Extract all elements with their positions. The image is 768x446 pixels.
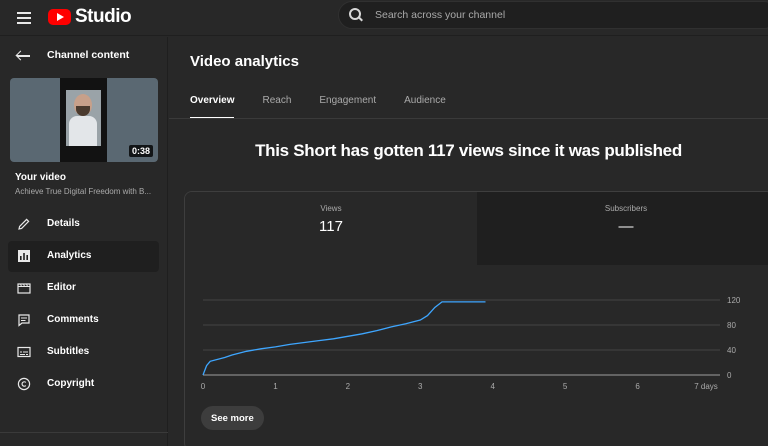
x-tick-label: 2: [346, 382, 351, 391]
views-line: [202, 301, 486, 376]
copyright-icon: [17, 377, 31, 391]
x-tick-label: 5: [563, 382, 568, 391]
sidebar-item-label: Comments: [47, 314, 99, 325]
metric-label: Subscribers: [604, 204, 648, 213]
comments-icon: [18, 314, 30, 327]
back-label: Channel content: [47, 49, 130, 61]
youtube-play-icon: [48, 9, 71, 25]
back-arrow-icon: [16, 50, 30, 62]
sidebar-item-comments[interactable]: Comments: [8, 305, 159, 336]
thumbnail-frame: [60, 78, 107, 162]
page-title: Video analytics: [190, 53, 299, 70]
subtitles-icon: [17, 346, 31, 358]
studio-logo[interactable]: Studio: [48, 5, 132, 29]
sidebar-item-label: Editor: [47, 282, 76, 293]
metric-label: Views: [320, 204, 342, 213]
sidebar: Channel content 0:38 Your video Achieve …: [0, 37, 168, 446]
tab-bar: Overview Reach Engagement Audience: [190, 95, 474, 119]
y-tick-label: 80: [727, 321, 736, 330]
clapperboard-icon: [17, 283, 31, 294]
sidebar-item-label: Copyright: [47, 378, 95, 389]
search-icon: [349, 8, 363, 22]
pencil-icon: [18, 218, 30, 230]
y-tick-label: 0: [727, 371, 732, 380]
main-content: Video analytics Overview Reach Engagemen…: [169, 37, 768, 446]
your-video-heading: Your video: [15, 172, 66, 183]
metric-value: —: [618, 218, 634, 235]
see-more-button[interactable]: See more: [201, 406, 264, 430]
y-tick-label: 40: [727, 346, 736, 355]
tab-overview[interactable]: Overview: [190, 95, 235, 119]
hamburger-icon: [17, 12, 31, 14]
analytics-icon: [18, 250, 30, 262]
x-tick-label: 6: [635, 382, 640, 391]
sidebar-item-label: Subtitles: [47, 346, 90, 357]
metric-subscribers[interactable]: Subscribers —: [477, 192, 768, 265]
top-bar: Studio Search across your channel: [0, 0, 768, 36]
back-button[interactable]: Channel content: [0, 45, 168, 67]
sidebar-item-analytics[interactable]: Analytics: [8, 241, 159, 272]
sidebar-item-details[interactable]: Details: [8, 209, 159, 240]
headline: This Short has gotten 117 views since it…: [255, 141, 682, 160]
y-tick-label: 120: [727, 296, 741, 305]
tabs-divider: [169, 118, 768, 119]
menu-button[interactable]: [10, 6, 38, 30]
video-title: Achieve True Digital Freedom with B...: [15, 187, 152, 196]
app-name: Studio: [75, 6, 132, 27]
tab-engagement[interactable]: Engagement: [319, 95, 376, 119]
sidebar-item-subtitles[interactable]: Subtitles: [8, 337, 159, 368]
tab-audience[interactable]: Audience: [404, 95, 446, 119]
x-tick-label: 1: [273, 382, 278, 391]
sidebar-item-copyright[interactable]: Copyright: [8, 369, 159, 400]
search-input[interactable]: Search across your channel: [375, 9, 505, 21]
x-tick-label: 0: [201, 382, 206, 391]
sidebar-item-label: Details: [47, 218, 80, 229]
video-duration: 0:38: [128, 145, 153, 157]
video-thumbnail[interactable]: 0:38: [10, 78, 158, 162]
divider: [0, 432, 168, 433]
metric-value: 117: [319, 218, 343, 235]
sidebar-item-editor[interactable]: Editor: [8, 273, 159, 304]
metric-views[interactable]: Views 117: [185, 192, 477, 265]
x-tick-label: 7 days: [694, 382, 718, 391]
sidebar-item-label: Analytics: [47, 250, 92, 261]
x-tick-label: 3: [418, 382, 423, 391]
analytics-card: Views 117 Subscribers — 0 40 80 120 0 1 2 3 4 5 6 7…: [184, 191, 768, 446]
views-chart: 0 40 80 120 0 1 2 3 4 5 6 7 days: [201, 296, 741, 391]
tab-reach[interactable]: Reach: [262, 95, 291, 119]
x-tick-label: 4: [490, 382, 495, 391]
search-bar[interactable]: Search across your channel: [338, 1, 768, 29]
